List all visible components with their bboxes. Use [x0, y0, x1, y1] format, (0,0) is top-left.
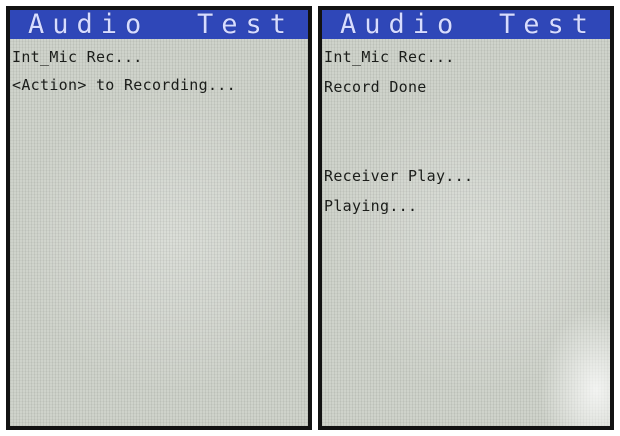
left-line-action-to-recording: <Action> to Recording... [12, 76, 236, 94]
right-title-bar: Audio Test [322, 10, 610, 39]
screen-glare [540, 306, 610, 426]
right-device-frame: Audio Test Int_Mic Rec... Record Done Re… [318, 6, 614, 430]
right-title-word-1: Audio [340, 10, 462, 40]
left-device-frame: Audio Test Int_Mic Rec... <Action> to Re… [6, 6, 312, 430]
right-title-word-2: Test [498, 10, 596, 40]
right-line-int-mic-rec: Int_Mic Rec... [324, 48, 455, 66]
left-title-bar: Audio Test [10, 10, 308, 39]
right-line-record-done: Record Done [324, 78, 427, 96]
right-line-playing: Playing... [324, 197, 418, 215]
left-line-int-mic-rec: Int_Mic Rec... [12, 48, 143, 66]
left-screen: Audio Test Int_Mic Rec... <Action> to Re… [10, 10, 308, 426]
right-screen: Audio Test Int_Mic Rec... Record Done Re… [322, 10, 610, 426]
left-title-word-1: Audio [28, 10, 150, 40]
right-line-receiver-play: Receiver Play... [324, 167, 474, 185]
left-title-word-2: Test [196, 10, 294, 40]
